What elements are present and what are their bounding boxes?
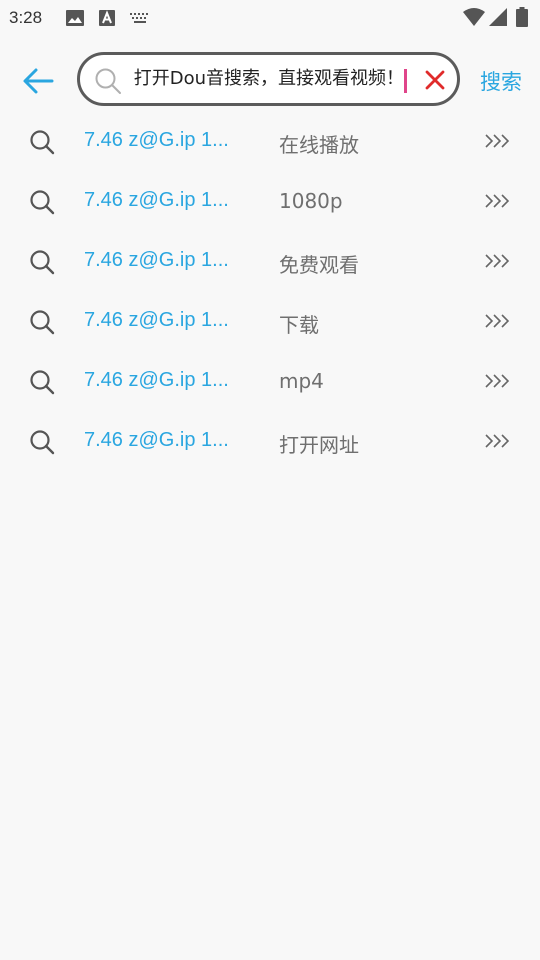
suggestion-query: 7.46 z@G.ip 1... bbox=[84, 369, 229, 391]
close-icon bbox=[425, 70, 445, 90]
suggestion-suffix: 下载 bbox=[279, 313, 319, 337]
triple-chevron-right-icon bbox=[485, 434, 510, 448]
triple-chevron-right-icon bbox=[485, 314, 510, 328]
search-button[interactable]: 搜索 bbox=[480, 66, 522, 96]
suggestion-item[interactable]: 7.46 z@G.ip 1... 打开网址 bbox=[0, 412, 540, 472]
suggestion-list: 7.46 z@G.ip 1... 在线播放 7.46 z@G.ip 1... 1… bbox=[0, 112, 540, 472]
search-icon bbox=[30, 430, 55, 455]
triple-chevron-right-icon bbox=[485, 134, 510, 148]
wifi-icon bbox=[463, 8, 485, 26]
suggestion-suffix: 免费观看 bbox=[279, 253, 359, 277]
text-a-icon bbox=[99, 10, 115, 26]
arrow-left-icon bbox=[23, 68, 54, 94]
suggestion-item[interactable]: 7.46 z@G.ip 1... 在线播放 bbox=[0, 112, 540, 172]
keyboard-icon bbox=[130, 13, 148, 23]
back-button[interactable] bbox=[18, 62, 58, 102]
suggestion-suffix: 1080p bbox=[279, 189, 343, 213]
search-input[interactable]: 打开Dou音搜索，直接观看视频！ bbox=[134, 55, 404, 103]
search-box[interactable]: 打开Dou音搜索，直接观看视频！ bbox=[77, 52, 460, 106]
status-bar: 3:28 bbox=[0, 0, 540, 36]
signal-icon bbox=[489, 8, 507, 26]
suggestion-query: 7.46 z@G.ip 1... bbox=[84, 189, 229, 211]
suggestion-suffix: mp4 bbox=[279, 369, 324, 393]
suggestion-suffix: 在线播放 bbox=[279, 133, 359, 157]
search-icon bbox=[30, 190, 55, 215]
search-icon bbox=[30, 130, 55, 155]
battery-icon bbox=[516, 7, 528, 27]
suggestion-query: 7.46 z@G.ip 1... bbox=[84, 249, 229, 271]
search-icon bbox=[30, 250, 55, 275]
triple-chevron-right-icon bbox=[485, 194, 510, 208]
triple-chevron-right-icon bbox=[485, 254, 510, 268]
status-time: 3:28 bbox=[9, 8, 43, 27]
suggestion-suffix: 打开网址 bbox=[279, 433, 359, 457]
suggestion-query: 7.46 z@G.ip 1... bbox=[84, 129, 229, 151]
search-input-value: 打开Dou音搜索，直接观看视频！ bbox=[134, 68, 404, 89]
suggestion-query: 7.46 z@G.ip 1... bbox=[84, 429, 229, 451]
suggestion-item[interactable]: 7.46 z@G.ip 1... 下载 bbox=[0, 292, 540, 352]
suggestion-item[interactable]: 7.46 z@G.ip 1... mp4 bbox=[0, 352, 540, 412]
search-icon bbox=[30, 370, 55, 395]
clear-button[interactable] bbox=[422, 67, 448, 93]
suggestion-query: 7.46 z@G.ip 1... bbox=[84, 309, 229, 331]
search-icon bbox=[95, 68, 121, 94]
search-icon bbox=[30, 310, 55, 335]
suggestion-item[interactable]: 7.46 z@G.ip 1... 免费观看 bbox=[0, 232, 540, 292]
text-caret bbox=[404, 69, 407, 93]
suggestion-item[interactable]: 7.46 z@G.ip 1... 1080p bbox=[0, 172, 540, 232]
triple-chevron-right-icon bbox=[485, 374, 510, 388]
image-icon bbox=[66, 10, 84, 26]
